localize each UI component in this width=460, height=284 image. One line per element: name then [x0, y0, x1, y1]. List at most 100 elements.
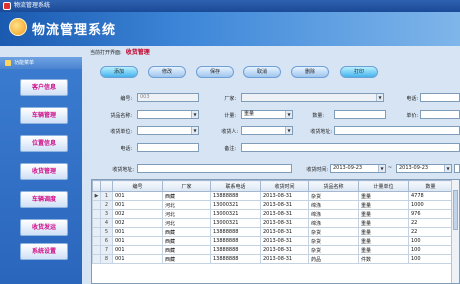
cell-factory[interactable]: 西藏 — [162, 227, 211, 237]
cell-qty[interactable]: 976 — [408, 209, 453, 219]
cell-goods[interactable]: 绵涤 — [308, 218, 359, 228]
cell-id[interactable]: 001 — [112, 254, 163, 264]
print-button[interactable]: 打印 — [340, 66, 378, 78]
factory-select[interactable]: ▼ — [241, 93, 384, 102]
cell-qty[interactable]: 1000 — [408, 200, 453, 210]
note-field[interactable] — [241, 143, 460, 152]
cell-recv-time[interactable]: 2013-08-31 — [260, 245, 309, 255]
cell-factory[interactable]: 西藏 — [162, 254, 211, 264]
cell-qty[interactable]: 4778 — [408, 191, 453, 201]
cell-recv-time[interactable]: 2013-08-31 — [260, 191, 309, 201]
cell-id[interactable]: 002 — [112, 209, 163, 219]
cell-id[interactable]: 001 — [112, 236, 163, 246]
cell-id[interactable]: 001 — [112, 200, 163, 210]
tel-field[interactable] — [137, 143, 199, 152]
column-header-qty[interactable]: 数量 — [408, 180, 453, 192]
delete-button[interactable]: 删除 — [291, 66, 329, 78]
ship-addr-field[interactable] — [137, 164, 292, 173]
cell-unit[interactable]: 件数 — [358, 254, 409, 264]
cell-unit[interactable]: 重量 — [358, 236, 409, 246]
cell-qty[interactable]: 22 — [408, 227, 453, 237]
cell-id[interactable]: 002 — [112, 218, 163, 228]
date-filter-checkbox[interactable] — [454, 164, 460, 173]
cell-recv-time[interactable]: 2013-08-31 — [260, 200, 309, 210]
cell-qty[interactable]: 100 — [408, 245, 453, 255]
cell-unit[interactable]: 重量 — [358, 245, 409, 255]
id-field[interactable]: 003 — [137, 93, 199, 102]
cell-recv-time[interactable]: 2013-08-31 — [260, 227, 309, 237]
date-from-picker[interactable]: 2013-09-23 ▼ — [330, 164, 386, 173]
cell-phone[interactable]: 13888888 — [210, 236, 261, 246]
edit-button[interactable]: 修改 — [148, 66, 186, 78]
cell-factory[interactable]: 河北 — [162, 200, 211, 210]
goods-select[interactable]: ▼ — [137, 110, 199, 119]
phone-field[interactable] — [420, 93, 460, 102]
column-header-recv-time[interactable]: 收货时间 — [260, 180, 309, 192]
recv-unit-select[interactable]: ▼ — [137, 126, 199, 135]
cell-id[interactable]: 001 — [112, 227, 163, 237]
price-field[interactable] — [420, 110, 460, 119]
cell-id[interactable]: 001 — [112, 191, 163, 201]
cell-recv-time[interactable]: 2013-08-31 — [260, 209, 309, 219]
cell-phone[interactable]: 13000321 — [210, 200, 261, 210]
column-header-factory[interactable]: 厂家 — [162, 180, 211, 192]
cell-goods[interactable]: 药品 — [308, 254, 359, 264]
column-header-unit[interactable]: 计量单位 — [358, 180, 409, 192]
cell-goods[interactable]: 杂货 — [308, 236, 359, 246]
cell-factory[interactable]: 河北 — [162, 218, 211, 228]
cell-qty[interactable]: 22 — [408, 218, 453, 228]
table-row[interactable]: 5 001 西藏 13888888 2013-08-31 杂货 重量 22 — [92, 227, 453, 237]
cell-recv-time[interactable]: 2013-08-31 — [260, 254, 309, 264]
scrollbar-thumb[interactable] — [453, 190, 458, 230]
cell-phone[interactable]: 13000321 — [210, 209, 261, 219]
cell-phone[interactable]: 13000321 — [210, 218, 261, 228]
sidebar-item-shipping[interactable]: 收货发运 — [20, 219, 68, 236]
cell-factory[interactable]: 西藏 — [162, 191, 211, 201]
sidebar-item-location[interactable]: 位置信息 — [20, 135, 68, 152]
add-button[interactable]: 添加 — [100, 66, 138, 78]
sidebar-item-receiving[interactable]: 收货管理 — [20, 163, 68, 180]
vertical-scrollbar[interactable] — [451, 180, 459, 283]
cell-recv-time[interactable]: 2013-08-31 — [260, 218, 309, 228]
cell-goods[interactable]: 绵涤 — [308, 200, 359, 210]
column-header-id[interactable]: 编号 — [112, 180, 163, 192]
cell-recv-time[interactable]: 2013-08-31 — [260, 236, 309, 246]
table-row[interactable]: ▶ 1 001 西藏 13888888 2013-08-31 杂货 重量 477… — [92, 191, 453, 201]
sidebar-item-settings[interactable]: 系统设置 — [20, 243, 68, 260]
table-row[interactable]: 2 001 河北 13000321 2013-08-31 绵涤 重量 1000 — [92, 200, 453, 210]
sidebar-item-vehicle[interactable]: 车辆管理 — [20, 107, 68, 124]
cell-unit[interactable]: 重量 — [358, 209, 409, 219]
column-header-goods[interactable]: 货品名称 — [308, 180, 359, 192]
cell-goods[interactable]: 绵涤 — [308, 209, 359, 219]
table-row[interactable]: 6 001 西藏 13888888 2013-08-31 杂货 重量 100 — [92, 236, 453, 246]
cell-goods[interactable]: 杂货 — [308, 227, 359, 237]
cell-phone[interactable]: 13888888 — [210, 245, 261, 255]
cell-factory[interactable]: 河北 — [162, 209, 211, 219]
table-row[interactable]: 4 002 河北 13000321 2013-08-31 绵涤 重量 22 — [92, 218, 453, 228]
save-button[interactable]: 保存 — [196, 66, 234, 78]
sidebar-item-dispatch[interactable]: 车辆调度 — [20, 191, 68, 208]
receiver-select[interactable]: ▼ — [241, 126, 293, 135]
recv-addr-field[interactable] — [334, 126, 460, 135]
cell-id[interactable]: 001 — [112, 245, 163, 255]
table-row[interactable]: 8 001 西藏 13888888 2013-08-31 药品 件数 100 — [92, 254, 453, 264]
table-row[interactable]: 3 002 河北 13000321 2013-08-31 绵涤 重量 976 — [92, 209, 453, 219]
cell-phone[interactable]: 13888888 — [210, 254, 261, 264]
cell-unit[interactable]: 重量 — [358, 191, 409, 201]
cell-unit[interactable]: 重量 — [358, 200, 409, 210]
cancel-button[interactable]: 取消 — [243, 66, 281, 78]
cell-phone[interactable]: 13888888 — [210, 191, 261, 201]
cell-qty[interactable]: 100 — [408, 236, 453, 246]
cell-phone[interactable]: 13888888 — [210, 227, 261, 237]
cell-factory[interactable]: 西藏 — [162, 236, 211, 246]
date-to-picker[interactable]: 2013-09-23 ▼ — [396, 164, 452, 173]
cell-qty[interactable]: 100 — [408, 254, 453, 264]
table-row[interactable]: 7 001 西藏 13888888 2013-08-31 杂货 重量 100 — [92, 245, 453, 255]
column-header-phone[interactable]: 联系电话 — [210, 180, 261, 192]
cell-factory[interactable]: 西藏 — [162, 245, 211, 255]
cell-unit[interactable]: 重量 — [358, 227, 409, 237]
unit-select[interactable]: 重量 ▼ — [241, 110, 293, 119]
sidebar-item-customer[interactable]: 客户信息 — [20, 79, 68, 96]
cell-goods[interactable]: 杂货 — [308, 245, 359, 255]
cell-goods[interactable]: 杂货 — [308, 191, 359, 201]
